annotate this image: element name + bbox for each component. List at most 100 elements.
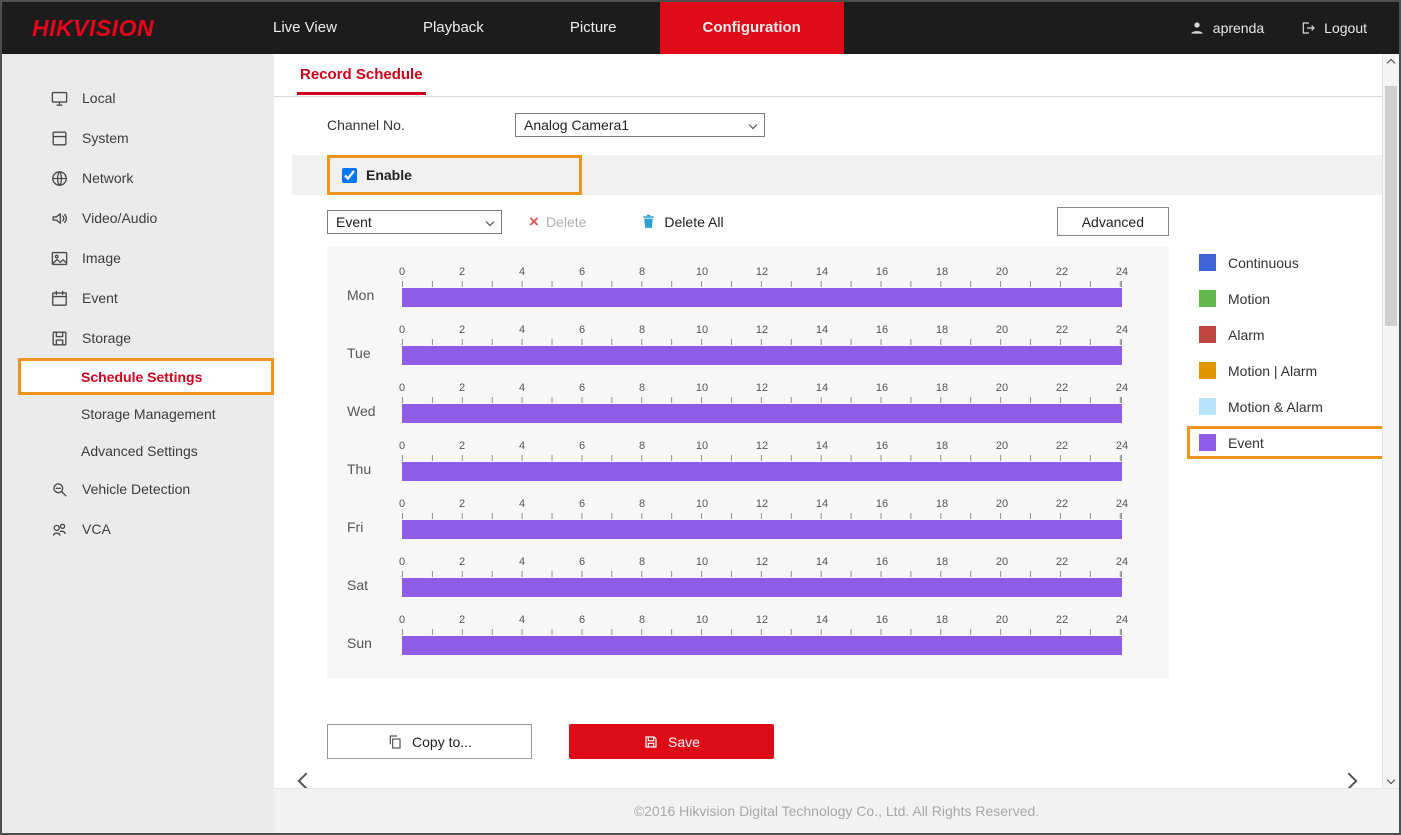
- schedule-bar[interactable]: [402, 462, 1122, 481]
- hour-tick-label: 8: [639, 382, 645, 394]
- legend-item-event[interactable]: Event: [1187, 426, 1392, 459]
- save-label: Save: [668, 734, 700, 750]
- sidebar-item-vehicle-detection[interactable]: Vehicle Detection: [2, 469, 274, 509]
- hour-tick-label: 16: [876, 266, 888, 278]
- hour-labels: 024681012141618202224: [402, 498, 1122, 513]
- advanced-button[interactable]: Advanced: [1057, 207, 1169, 236]
- enable-label: Enable: [366, 167, 412, 183]
- schedule-bar[interactable]: [402, 636, 1122, 655]
- nav-tab-live-view[interactable]: Live View: [230, 2, 380, 54]
- sidebar-item-image[interactable]: Image: [2, 238, 274, 278]
- schedule-toolbar: Event × Delete Delete: [327, 207, 1169, 236]
- sidebar-item-label: Schedule Settings: [81, 369, 202, 385]
- scroll-left-icon[interactable]: [298, 773, 315, 788]
- sidebar-item-vca[interactable]: VCA: [2, 509, 274, 549]
- delete-all-label: Delete All: [664, 214, 723, 230]
- record-type-value: Event: [336, 214, 372, 230]
- hour-tick-label: 2: [459, 266, 465, 278]
- body: LocalSystemNetworkVideo/AudioImageEventS…: [2, 54, 1399, 833]
- hour-tick-label: 4: [519, 556, 525, 568]
- copy-to-button[interactable]: Copy to...: [327, 724, 532, 759]
- scroll-up-icon[interactable]: [1383, 54, 1399, 71]
- vertical-scrollbar[interactable]: [1382, 54, 1399, 788]
- logout-button[interactable]: Logout: [1300, 20, 1367, 36]
- hour-tick-label: 4: [519, 498, 525, 510]
- nav-tab-playback[interactable]: Playback: [380, 2, 527, 54]
- delete-x-icon: ×: [529, 213, 539, 230]
- user-menu[interactable]: aprenda: [1189, 20, 1264, 36]
- hour-tick-label: 8: [639, 556, 645, 568]
- hour-tick-label: 6: [579, 382, 585, 394]
- footer: ©2016 Hikvision Digital Technology Co., …: [274, 788, 1399, 833]
- day-timeline: 024681012141618202224: [402, 440, 1122, 481]
- hour-tick-label: 18: [936, 324, 948, 336]
- sidebar-menu: LocalSystemNetworkVideo/AudioImageEventS…: [2, 78, 274, 549]
- content-area: Record Schedule Channel No. Analog Camer…: [274, 54, 1399, 788]
- hour-tick-label: 0: [399, 498, 405, 510]
- schedule-bar[interactable]: [402, 578, 1122, 597]
- schedule-row-sat: Sat024681012141618202224: [327, 548, 1169, 606]
- day-timeline: 024681012141618202224: [402, 498, 1122, 539]
- sidebar-item-event[interactable]: Event: [2, 278, 274, 318]
- scrollbar-thumb[interactable]: [1385, 86, 1397, 326]
- time-ruler: [402, 455, 1122, 461]
- channel-select-value: Analog Camera1: [524, 117, 629, 133]
- sidebar-item-schedule-settings[interactable]: Schedule Settings: [18, 358, 274, 395]
- nav-tab-picture[interactable]: Picture: [527, 2, 660, 54]
- trash-icon: [640, 213, 657, 230]
- hour-tick-label: 8: [639, 614, 645, 626]
- legend-item-alarm[interactable]: Alarm: [1187, 318, 1392, 351]
- hour-tick-label: 16: [876, 498, 888, 510]
- sidebar-item-video-audio[interactable]: Video/Audio: [2, 198, 274, 238]
- delete-all-button[interactable]: Delete All: [640, 213, 723, 230]
- hour-tick-label: 2: [459, 382, 465, 394]
- sidebar-item-advanced-settings[interactable]: Advanced Settings: [2, 432, 274, 469]
- nav-tab-configuration[interactable]: Configuration: [660, 2, 844, 54]
- legend-item-continuous[interactable]: Continuous: [1187, 246, 1392, 279]
- schedule-bar[interactable]: [402, 520, 1122, 539]
- scroll-right-icon[interactable]: [1341, 773, 1358, 788]
- enable-highlight-box: Enable: [327, 155, 582, 195]
- hour-tick-label: 14: [816, 324, 828, 336]
- channel-select[interactable]: Analog Camera1: [515, 113, 765, 137]
- hour-labels: 024681012141618202224: [402, 266, 1122, 281]
- hour-tick-label: 20: [996, 614, 1008, 626]
- channel-row: Channel No. Analog Camera1: [327, 113, 1399, 137]
- sidebar-item-label: Video/Audio: [82, 210, 157, 226]
- hour-tick-label: 4: [519, 440, 525, 452]
- hour-tick-label: 8: [639, 266, 645, 278]
- save-button[interactable]: Save: [569, 724, 774, 759]
- time-ruler: [402, 513, 1122, 519]
- tab-record-schedule[interactable]: Record Schedule: [297, 66, 426, 95]
- schedule-bar[interactable]: [402, 288, 1122, 307]
- hour-tick-label: 22: [1056, 556, 1068, 568]
- legend-item-motion[interactable]: Motion: [1187, 282, 1392, 315]
- hour-tick-label: 20: [996, 440, 1008, 452]
- day-label: Mon: [347, 287, 374, 303]
- hour-tick-label: 14: [816, 556, 828, 568]
- hour-tick-label: 18: [936, 382, 948, 394]
- hour-tick-label: 6: [579, 266, 585, 278]
- schedule-bar[interactable]: [402, 404, 1122, 423]
- delete-button[interactable]: × Delete: [529, 213, 586, 230]
- storage-icon: [50, 329, 69, 348]
- hour-labels: 024681012141618202224: [402, 324, 1122, 339]
- sidebar-item-network[interactable]: Network: [2, 158, 274, 198]
- schedule-bar[interactable]: [402, 346, 1122, 365]
- time-ruler: [402, 339, 1122, 345]
- sidebar-item-storage[interactable]: Storage: [2, 318, 274, 358]
- enable-checkbox[interactable]: [342, 168, 357, 183]
- legend-label: Motion: [1228, 291, 1270, 307]
- scrollbar-track[interactable]: [1383, 71, 1399, 771]
- record-type-select[interactable]: Event: [327, 210, 502, 234]
- sidebar-item-storage-management[interactable]: Storage Management: [2, 395, 274, 432]
- hour-tick-label: 6: [579, 614, 585, 626]
- hour-tick-label: 10: [696, 324, 708, 336]
- sidebar-item-label: Image: [82, 250, 121, 266]
- legend-item-motion-alarm[interactable]: Motion | Alarm: [1187, 354, 1392, 387]
- sidebar-item-local[interactable]: Local: [2, 78, 274, 118]
- hour-tick-label: 20: [996, 266, 1008, 278]
- scroll-down-icon[interactable]: [1383, 771, 1399, 788]
- sidebar-item-system[interactable]: System: [2, 118, 274, 158]
- legend-item-motion-alarm[interactable]: Motion & Alarm: [1187, 390, 1392, 423]
